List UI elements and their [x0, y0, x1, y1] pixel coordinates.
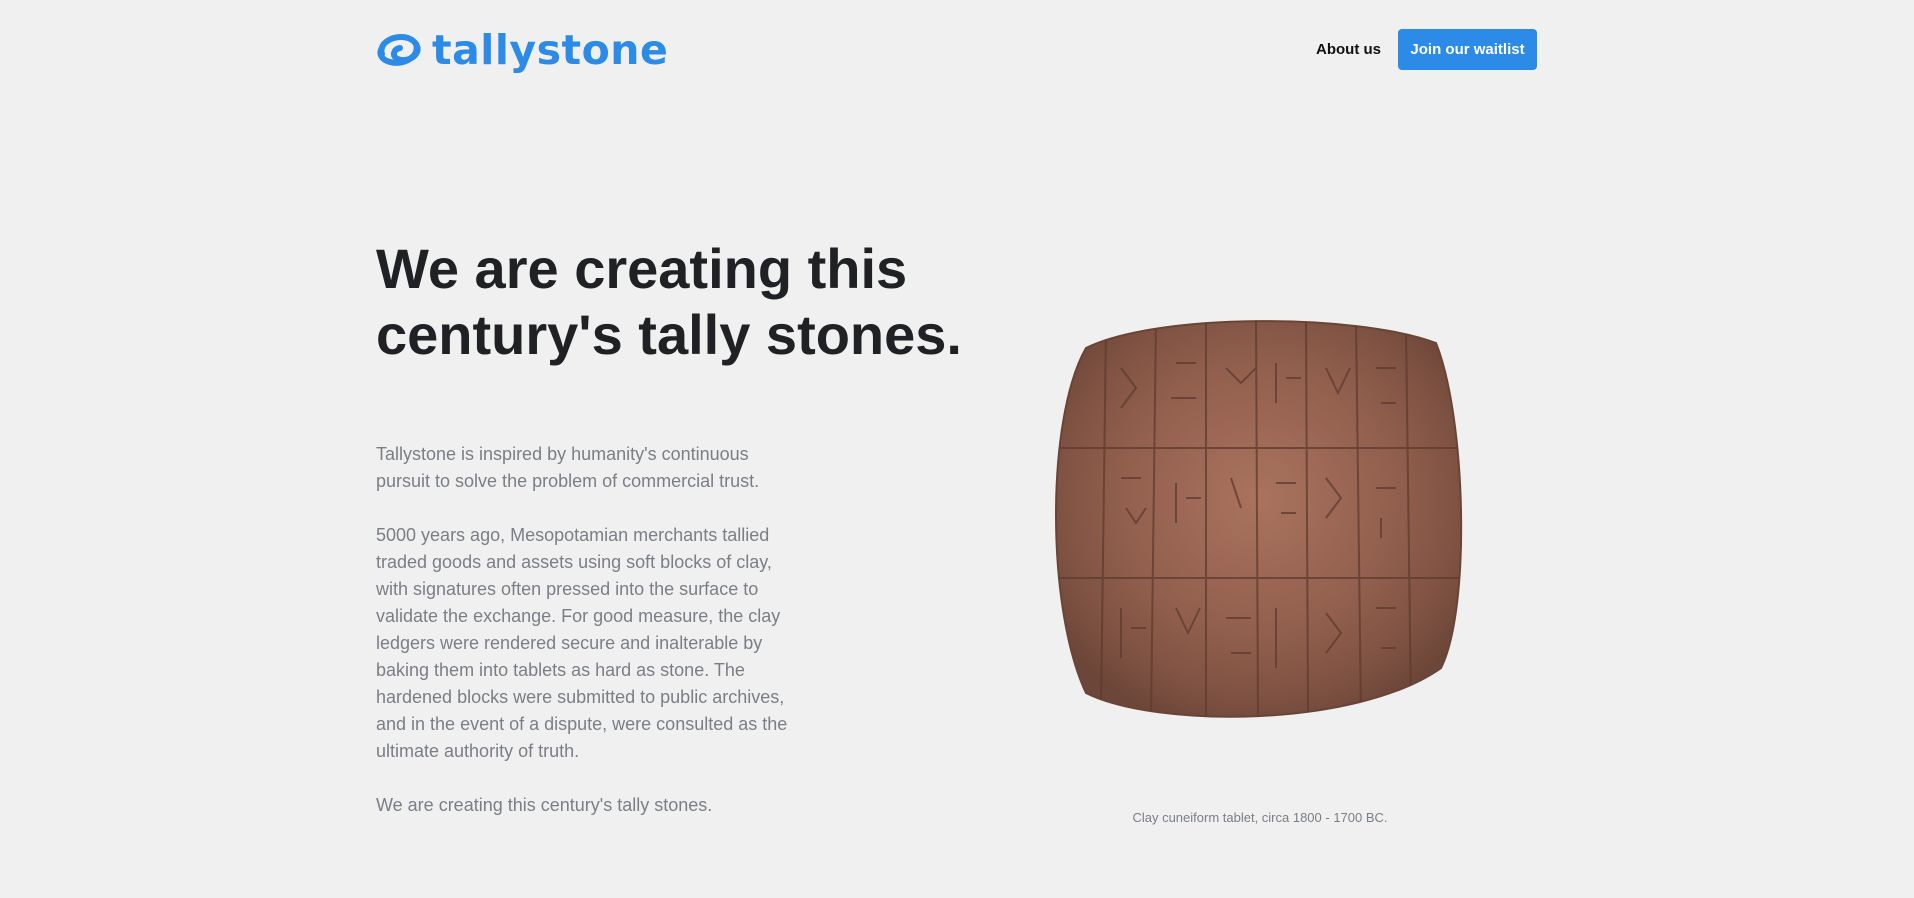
- headline-line-1: We are creating this: [376, 237, 908, 300]
- page: tallystone About us Join our waitlist We…: [0, 0, 1914, 898]
- tallystone-logo-icon: [377, 34, 421, 66]
- intro-text: Tallystone is inspired by humanity's con…: [376, 441, 796, 846]
- closing-paragraph: We are creating this century's tally sto…: [376, 795, 713, 815]
- history-paragraph: 5000 years ago, Mesopotamian merchants t…: [376, 525, 788, 761]
- brand-logo[interactable]: tallystone: [376, 28, 668, 72]
- image-caption: Clay cuneiform tablet, circa 1800 - 1700…: [1132, 810, 1388, 825]
- intro-paragraph: Tallystone is inspired by humanity's con…: [376, 444, 760, 491]
- headline-line-2: century's tally stones.: [376, 303, 962, 366]
- page-headline: We are creating this century's tally sto…: [376, 236, 976, 368]
- cuneiform-tablet-image: [1055, 320, 1463, 718]
- brand-name: tallystone: [432, 26, 669, 74]
- join-waitlist-button[interactable]: Join our waitlist: [1398, 29, 1537, 70]
- nav-about-us-link[interactable]: About us: [1316, 41, 1381, 58]
